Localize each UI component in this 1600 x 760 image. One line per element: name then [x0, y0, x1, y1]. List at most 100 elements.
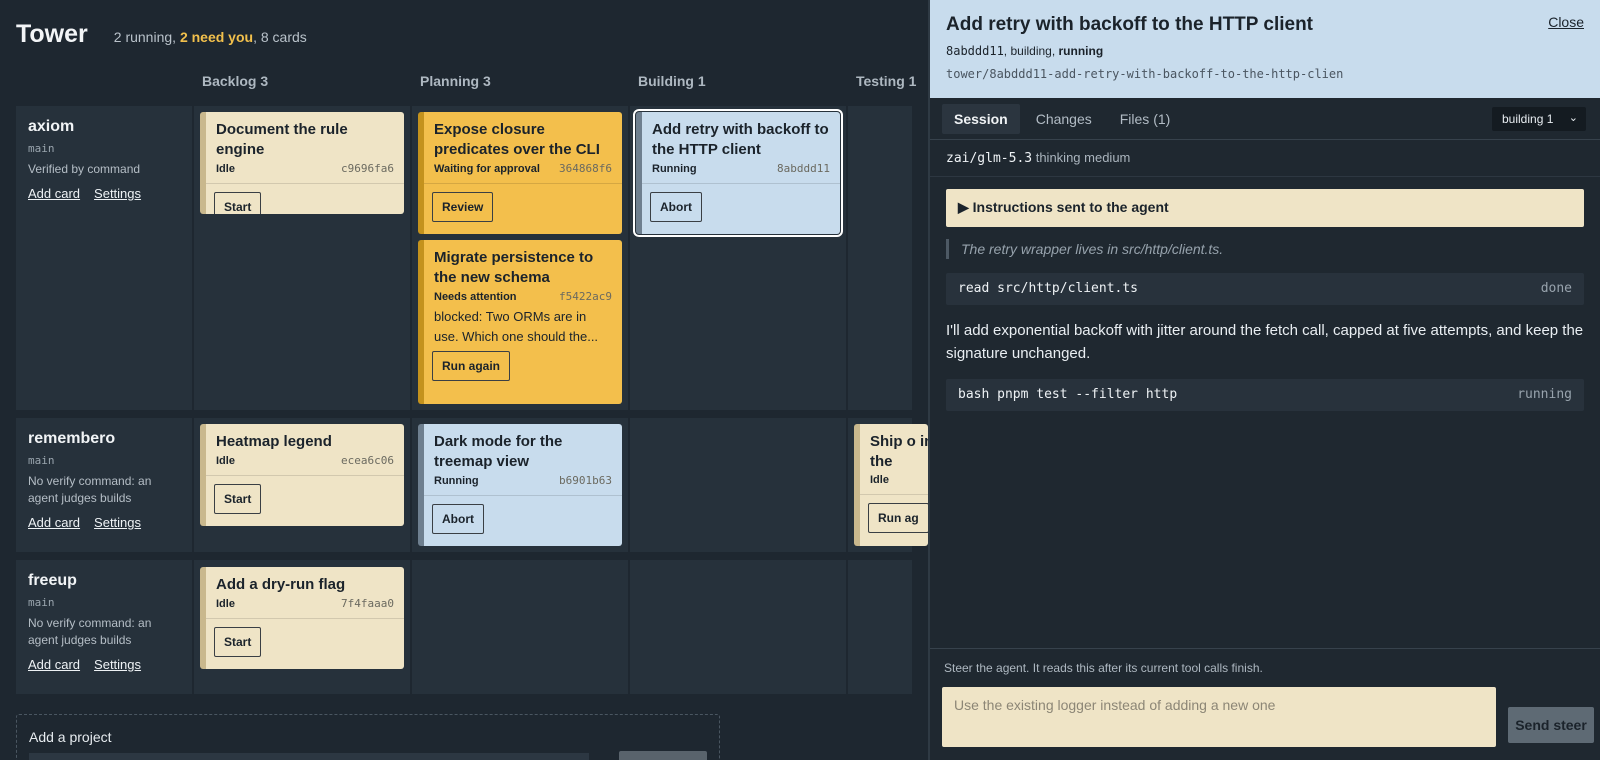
card-status: Idle	[216, 163, 235, 175]
add-project-panel: Add a project	[16, 714, 720, 760]
detail-subtitle: 8abddd11, building, running	[946, 44, 1584, 58]
steer-panel: Steer the agent. It reads this after its…	[930, 648, 1600, 760]
model-name: zai/glm-5.3	[946, 151, 1033, 166]
detail-branch: tower/8abddd11-add-retry-with-backoff-to…	[946, 67, 1344, 81]
summary-running: 2 running,	[113, 29, 180, 45]
instructions-toggle[interactable]: ▶ Instructions sent to the agent	[946, 189, 1584, 227]
start-button[interactable]: Start	[214, 192, 262, 214]
column-header-testing: Testing 1	[856, 73, 917, 89]
tool-command: read src/http/client.ts	[958, 281, 1139, 296]
close-button[interactable]: Close	[1548, 14, 1584, 30]
project-verify: No verify command: an agent judges build…	[28, 474, 152, 505]
card-separator	[642, 183, 840, 184]
project-name: freeup	[28, 572, 77, 589]
detail-title: Add retry with backoff to the HTTP clien…	[946, 14, 1314, 35]
summary-need: 2 need you	[179, 29, 254, 45]
card-title: Add retry with backoff to the HTTP clien…	[652, 121, 829, 158]
detail-hash: 8abddd11	[946, 44, 1004, 58]
add-project-label: Add a project	[29, 729, 112, 745]
abort-button[interactable]: Abort	[432, 504, 484, 534]
project-verify: Verified by command	[28, 162, 141, 176]
column-divider	[192, 106, 194, 694]
board: Tower 2 running, 2 need you, 8 cards Bac…	[0, 0, 928, 760]
steer-input[interactable]: Use the existing logger instead of addin…	[942, 687, 1496, 747]
app-title: Tower	[16, 20, 88, 48]
project-info-freeup: freeup main No verify command: an agent …	[16, 560, 190, 684]
settings-link[interactable]: Settings	[94, 515, 141, 530]
board-summary: 2 running, 2 need you, 8 cards	[114, 29, 307, 45]
column-divider	[410, 106, 412, 694]
project-info-axiom: axiom main Verified by command Add card S…	[16, 106, 190, 213]
column-header-building: Building 1	[638, 73, 706, 89]
card-status: Idle	[870, 474, 889, 486]
card-hash: b6901b63	[559, 474, 612, 487]
card-note: blocked: Two ORMs are in use. Which one …	[434, 309, 599, 344]
run-again-button[interactable]: Run again	[432, 351, 511, 381]
card-hash: 364868f6	[559, 162, 612, 175]
model-line: zai/glm-5.3 thinking medium	[930, 140, 1600, 177]
card-hash: c9696fa6	[341, 162, 394, 175]
card-title: Dark mode for the treemap view	[434, 433, 563, 470]
start-button[interactable]: Start	[214, 484, 262, 514]
add-project-input[interactable]	[29, 753, 589, 760]
add-card-link[interactable]: Add card	[28, 186, 80, 201]
card-separator	[860, 494, 928, 495]
card-title: Ship o in the	[870, 433, 928, 470]
add-card-link[interactable]: Add card	[28, 657, 80, 672]
tab-changes[interactable]: Changes	[1024, 104, 1104, 134]
card-dark-mode-treemap[interactable]: Dark mode for the treemap view Running b6…	[418, 424, 622, 546]
detail-pane: Add retry with backoff to the HTTP clien…	[928, 0, 1600, 760]
review-button[interactable]: Review	[432, 192, 494, 222]
tab-files[interactable]: Files (1)	[1108, 104, 1183, 134]
phase-select[interactable]: building 1 ⌄	[1492, 107, 1586, 131]
card-status: Idle	[216, 598, 235, 610]
add-card-link[interactable]: Add card	[28, 515, 80, 530]
card-dry-run-flag[interactable]: Add a dry-run flag Idle 7f4faaa0 Start	[200, 567, 404, 669]
card-separator	[424, 495, 622, 496]
card-heatmap-legend[interactable]: Heatmap legend Idle ecea6c06 Start	[200, 424, 404, 526]
tab-session[interactable]: Session	[942, 103, 1020, 134]
column-divider	[628, 106, 630, 694]
column-header-planning: Planning 3	[420, 73, 491, 89]
summary-cards: , 8 cards	[253, 29, 307, 45]
card-status: Needs attention	[434, 291, 517, 303]
card-hash: f5422ac9	[559, 290, 612, 303]
card-separator	[206, 183, 404, 184]
tool-status: done	[1540, 281, 1572, 296]
tool-status: running	[1517, 387, 1572, 402]
card-status: Running	[652, 163, 697, 175]
thinking-level: thinking medium	[1035, 150, 1131, 165]
tool-call-bash: bash pnpm test --filter http running	[946, 379, 1584, 411]
card-title: Migrate persistence to the new schema	[434, 249, 594, 286]
card-hash: ecea6c06	[341, 454, 394, 467]
card-migrate-persistence[interactable]: Migrate persistence to the new schema Ne…	[418, 240, 622, 404]
chevron-down-icon: ⌄	[1568, 112, 1578, 124]
card-ship-partial[interactable]: Ship o in the Idle Run ag	[854, 424, 928, 546]
project-verify: No verify command: an agent judges build…	[28, 616, 152, 647]
card-status: Idle	[216, 455, 235, 467]
start-button[interactable]: Start	[214, 627, 262, 657]
card-document-rule-engine[interactable]: Document the rule engine Idle c9696fa6 St…	[200, 112, 404, 214]
card-title: Document the rule engine	[216, 121, 348, 158]
project-info-remembero: remembero main No verify command: an age…	[16, 418, 190, 542]
detail-header: Add retry with backoff to the HTTP clien…	[930, 0, 1600, 98]
tool-call-read: read src/http/client.ts done	[946, 273, 1584, 305]
send-steer-button[interactable]: Send steer	[1508, 707, 1594, 743]
card-add-retry-selected[interactable]: Add retry with backoff to the HTTP clien…	[633, 109, 843, 237]
card-hash: 8abddd11	[777, 162, 830, 175]
steer-label: Steer the agent. It reads this after its…	[944, 661, 1263, 675]
abort-button[interactable]: Abort	[650, 192, 702, 222]
card-expose-closure[interactable]: Expose closure predicates over the CLI W…	[418, 112, 622, 234]
card-status: Running	[434, 475, 479, 487]
card-hash: 7f4faaa0	[341, 597, 394, 610]
settings-link[interactable]: Settings	[94, 186, 141, 201]
detail-phase: , building,	[1003, 44, 1059, 58]
project-branch: main	[28, 596, 55, 609]
settings-link[interactable]: Settings	[94, 657, 141, 672]
run-again-button[interactable]: Run ag	[868, 503, 928, 533]
add-project-button[interactable]	[619, 751, 707, 760]
card-title: Expose closure predicates over the CLI	[434, 121, 600, 158]
project-branch: main	[28, 454, 55, 467]
detail-tabs: Session Changes Files (1) building 1 ⌄	[930, 98, 1600, 140]
card-title: Add a dry-run flag	[216, 576, 346, 593]
